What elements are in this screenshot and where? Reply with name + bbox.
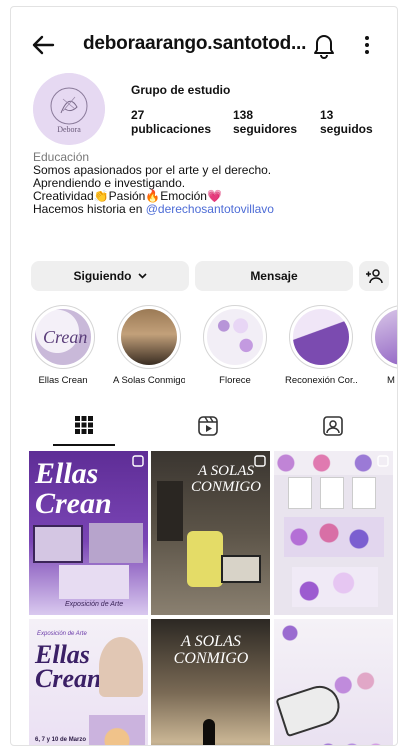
tab-posts-grid[interactable]: [24, 415, 144, 443]
post-4-date: 6, 7 y 10 de Marzo: [35, 737, 87, 743]
post-2-title: A SOLAS CONMIGO: [191, 463, 261, 495]
highlight-ring: Crean: [31, 305, 95, 369]
post-1-title: Ellas Crean: [35, 457, 112, 520]
profile-bio: Educación Somos apasionados por el arte …: [33, 151, 393, 216]
highlight-ring: [117, 305, 181, 369]
top-bar: deboraarango.santotod...: [11, 7, 397, 81]
highlight-label: Florece: [219, 375, 251, 386]
stat-following-label: seguidos: [320, 122, 373, 136]
bio-mention-link[interactable]: @derechosantotovillavo: [146, 202, 274, 216]
carousel-icon: [254, 455, 266, 467]
highlight-label: Ellas Crean: [38, 375, 88, 386]
highlight-a-solas-conmigo[interactable]: A Solas Conmigo: [113, 305, 185, 386]
post-tile-3[interactable]: [274, 451, 393, 615]
svg-text:Crean: Crean: [43, 327, 87, 347]
post-4-sub: Exposición de Arte: [37, 631, 87, 637]
active-tab-indicator: [53, 444, 115, 446]
stat-following[interactable]: 13 seguidos: [320, 108, 373, 136]
tab-tagged[interactable]: [273, 415, 393, 443]
stat-followers-count: 138: [233, 108, 254, 122]
bio-line-4: Hacemos historia en @derechosantotovilla…: [33, 203, 393, 216]
reels-icon: [198, 416, 218, 436]
highlight-ring: [289, 305, 353, 369]
post-tile-6[interactable]: [274, 619, 393, 745]
carousel-icon: [132, 455, 144, 467]
suggest-user-button[interactable]: [359, 261, 389, 291]
stat-followers-label: seguidores: [233, 122, 298, 136]
highlight-ring: [203, 305, 267, 369]
highlight-ellas-crean[interactable]: Crean Ellas Crean: [27, 305, 99, 386]
profile-username: deboraarango.santotod...: [83, 33, 307, 54]
avatar[interactable]: Debora: [33, 73, 105, 145]
message-button[interactable]: Mensaje: [195, 261, 353, 291]
highlight-florece[interactable]: Florece: [199, 305, 271, 386]
highlight-partial[interactable]: M: [371, 305, 397, 386]
back-arrow-icon[interactable]: [29, 31, 57, 59]
highlight-label: Reconexión Cor...: [285, 375, 357, 386]
post-tile-4[interactable]: Exposición de Arte Ellas Crean 6, 7 y 10…: [29, 619, 148, 745]
profile-name: Grupo de estudio: [131, 83, 231, 97]
tagged-person-icon: [323, 416, 343, 436]
post-tile-5[interactable]: A SOLAS CONMIGO: [151, 619, 270, 745]
post-5-title: A SOLAS CONMIGO: [173, 633, 249, 667]
carousel-icon: [377, 455, 389, 467]
bell-icon[interactable]: [311, 31, 337, 59]
profile-screen: deboraarango.santotod... Debora Grupo de…: [10, 6, 398, 746]
post-1-caption: Exposición de Arte: [65, 601, 124, 608]
highlight-label: A Solas Conmigo: [113, 375, 185, 386]
more-options-icon[interactable]: [361, 31, 373, 59]
post-4-title: Ellas Crean: [35, 640, 102, 693]
stat-followers[interactable]: 138 seguidores: [233, 108, 297, 136]
grid-icon: [75, 416, 93, 434]
bio-line-4-text: Hacemos historia en: [33, 202, 146, 216]
highlight-reconexion[interactable]: Reconexión Cor...: [285, 305, 357, 386]
highlight-ring: [371, 305, 397, 369]
post-tile-1[interactable]: Ellas Crean Exposición de Arte: [29, 451, 148, 615]
highlight-cover-icon: Crean: [43, 327, 87, 347]
stat-posts-count: 27: [131, 108, 145, 122]
add-person-icon: [366, 269, 383, 284]
following-button[interactable]: Siguiendo: [31, 261, 189, 291]
stat-following-count: 13: [320, 108, 334, 122]
avatar-text: Debora: [57, 125, 81, 134]
tab-reels[interactable]: [148, 415, 268, 443]
avatar-logo-icon: [33, 73, 105, 145]
highlight-label: M: [387, 375, 395, 386]
chevron-down-icon: [137, 273, 147, 279]
post-tile-2[interactable]: A SOLAS CONMIGO: [151, 451, 270, 615]
stat-posts-label: publicaciones: [131, 122, 212, 136]
stat-posts[interactable]: 27 publicaciones: [131, 108, 211, 136]
message-button-label: Mensaje: [250, 269, 298, 283]
following-button-label: Siguiendo: [73, 269, 132, 283]
